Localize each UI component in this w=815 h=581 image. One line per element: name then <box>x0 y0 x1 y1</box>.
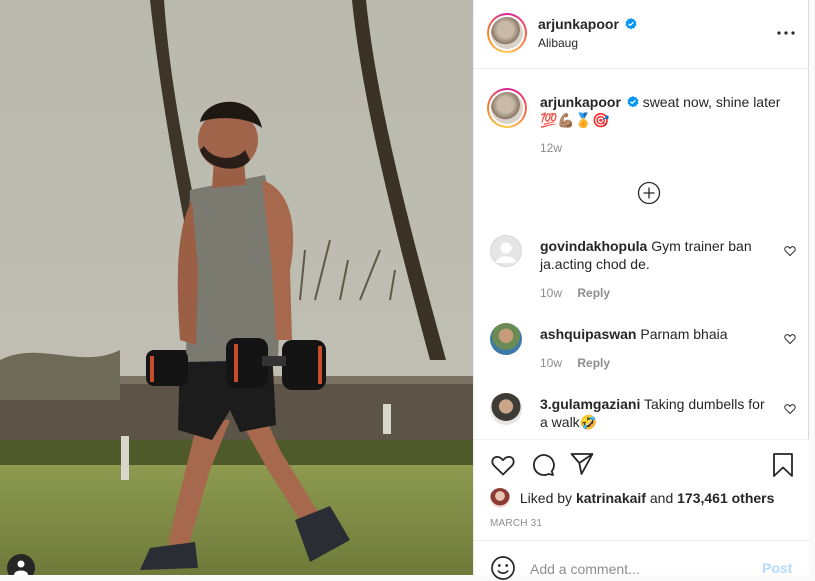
post-header: arjunkapoor Alibaug <box>474 0 809 69</box>
photo-illustration <box>0 0 473 575</box>
caption-emojis: 💯💪🏽🏅🎯 <box>540 112 610 128</box>
more-options-icon[interactable] <box>774 24 798 42</box>
likes-count[interactable]: 173,461 others <box>677 490 774 506</box>
heart-icon[interactable] <box>784 245 796 257</box>
load-more-comments-icon[interactable] <box>637 181 661 205</box>
tagged-user-button[interactable] <box>7 554 35 575</box>
commenter-username[interactable]: 3.gulamgaziani <box>540 396 640 412</box>
user-icon <box>14 560 28 575</box>
reply-button[interactable]: Reply <box>577 356 610 370</box>
post-sidebar: arjunkapoor Alibaug arjunkapoor sweat no… <box>473 0 809 580</box>
comment-time[interactable]: 10w <box>540 286 562 300</box>
post-photo[interactable] <box>0 0 473 575</box>
caption-username[interactable]: arjunkapoor <box>540 94 621 110</box>
likes-joiner: and <box>649 490 674 506</box>
heart-icon[interactable] <box>784 403 796 415</box>
heart-icon[interactable] <box>784 333 796 345</box>
comment-input[interactable] <box>530 559 750 579</box>
commenter-avatar[interactable] <box>490 235 522 267</box>
commenter-username[interactable]: govindakhopula <box>540 238 647 254</box>
author-username[interactable]: arjunkapoor <box>538 16 619 32</box>
reply-button[interactable]: Reply <box>577 286 610 300</box>
post-location[interactable]: Alibaug <box>538 36 578 50</box>
comment-time[interactable]: 10w <box>540 356 562 370</box>
comment-meta: 10w Reply <box>540 286 610 300</box>
author-name-row: arjunkapoor <box>538 16 637 32</box>
save-bookmark-icon[interactable] <box>770 452 796 478</box>
commenter-username[interactable]: ashquipaswan <box>540 326 636 342</box>
comment-text-block: 3.gulamgaziani Taking dumbells for a wal… <box>540 395 770 431</box>
commenter-avatar[interactable] <box>490 323 522 355</box>
caption-text-block: arjunkapoor sweat now, shine later 💯💪🏽🏅🎯 <box>540 93 795 129</box>
commenter-avatar[interactable] <box>490 393 522 425</box>
post-date[interactable]: MARCH 31 <box>490 518 542 529</box>
comment-text-block: govindakhopula Gym trainer ban ja.acting… <box>540 237 770 273</box>
comment-text: Parnam bhaia <box>640 326 728 342</box>
comment-bubble-icon[interactable] <box>530 452 556 478</box>
post-dialog: arjunkapoor Alibaug arjunkapoor sweat no… <box>0 0 809 580</box>
add-comment-bar: Post <box>474 540 809 580</box>
comment-text-block: ashquipaswan Parnam bhaia <box>540 325 770 343</box>
caption-time[interactable]: 12w <box>540 141 562 155</box>
verified-badge-icon <box>627 96 639 108</box>
likes-prefix: Liked by <box>519 490 573 506</box>
author-avatar[interactable] <box>487 13 527 53</box>
like-heart-icon[interactable] <box>490 452 516 478</box>
verified-badge-icon <box>625 18 637 30</box>
default-avatar-icon <box>496 242 516 263</box>
post-comment-button[interactable]: Post <box>762 560 792 576</box>
comment-meta: 10w Reply <box>540 356 610 370</box>
caption-avatar[interactable] <box>487 88 527 128</box>
liker-avatar[interactable] <box>490 488 510 508</box>
share-paper-plane-icon[interactable] <box>569 451 595 477</box>
emoji-smiley-icon[interactable] <box>490 555 516 581</box>
liker-username[interactable]: katrinakaif <box>576 490 646 506</box>
likes-summary: Liked by katrinakaif and 173,461 others <box>490 488 774 508</box>
caption-text: sweat now, shine later <box>642 94 781 110</box>
